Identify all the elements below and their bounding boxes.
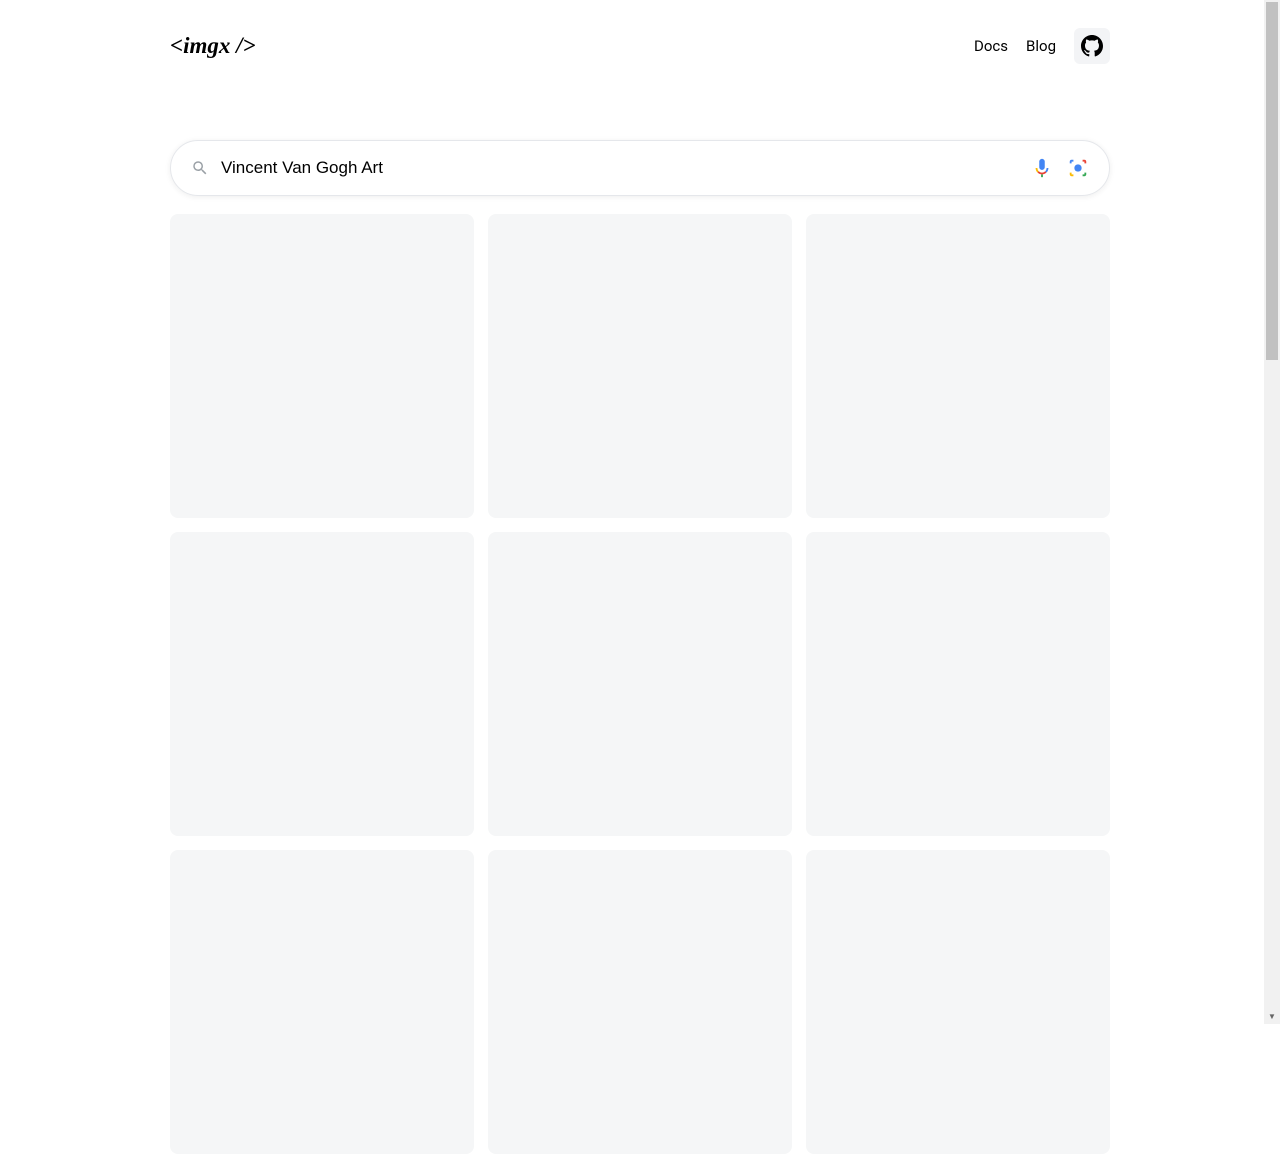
result-card[interactable] [488,214,792,518]
github-button[interactable] [1074,28,1110,64]
scrollbar-thumb[interactable] [1266,2,1278,360]
search-icon [191,159,209,177]
nav-blog-link[interactable]: Blog [1026,37,1056,55]
result-card[interactable] [488,850,792,1154]
result-card[interactable] [170,214,474,518]
results-grid [170,214,1110,1154]
search-input[interactable] [209,158,1031,178]
nav-docs-link[interactable]: Docs [974,37,1008,55]
result-card[interactable] [806,214,1110,518]
header: <imgx /> Docs Blog [170,0,1110,92]
result-card[interactable] [806,532,1110,836]
logo[interactable]: <imgx /> [170,33,256,59]
result-card[interactable] [170,532,474,836]
scrollbar-arrow-down-icon[interactable]: ▼ [1264,1008,1280,1024]
search-actions [1031,157,1089,179]
nav: Docs Blog [974,28,1110,64]
search-section [170,140,1110,196]
github-icon [1081,35,1103,57]
lens-icon[interactable] [1067,157,1089,179]
scrollbar-track[interactable]: ▲ ▼ [1264,0,1280,1024]
mic-icon[interactable] [1031,157,1053,179]
result-card[interactable] [170,850,474,1154]
result-card[interactable] [806,850,1110,1154]
result-card[interactable] [488,532,792,836]
search-bar [170,140,1110,196]
